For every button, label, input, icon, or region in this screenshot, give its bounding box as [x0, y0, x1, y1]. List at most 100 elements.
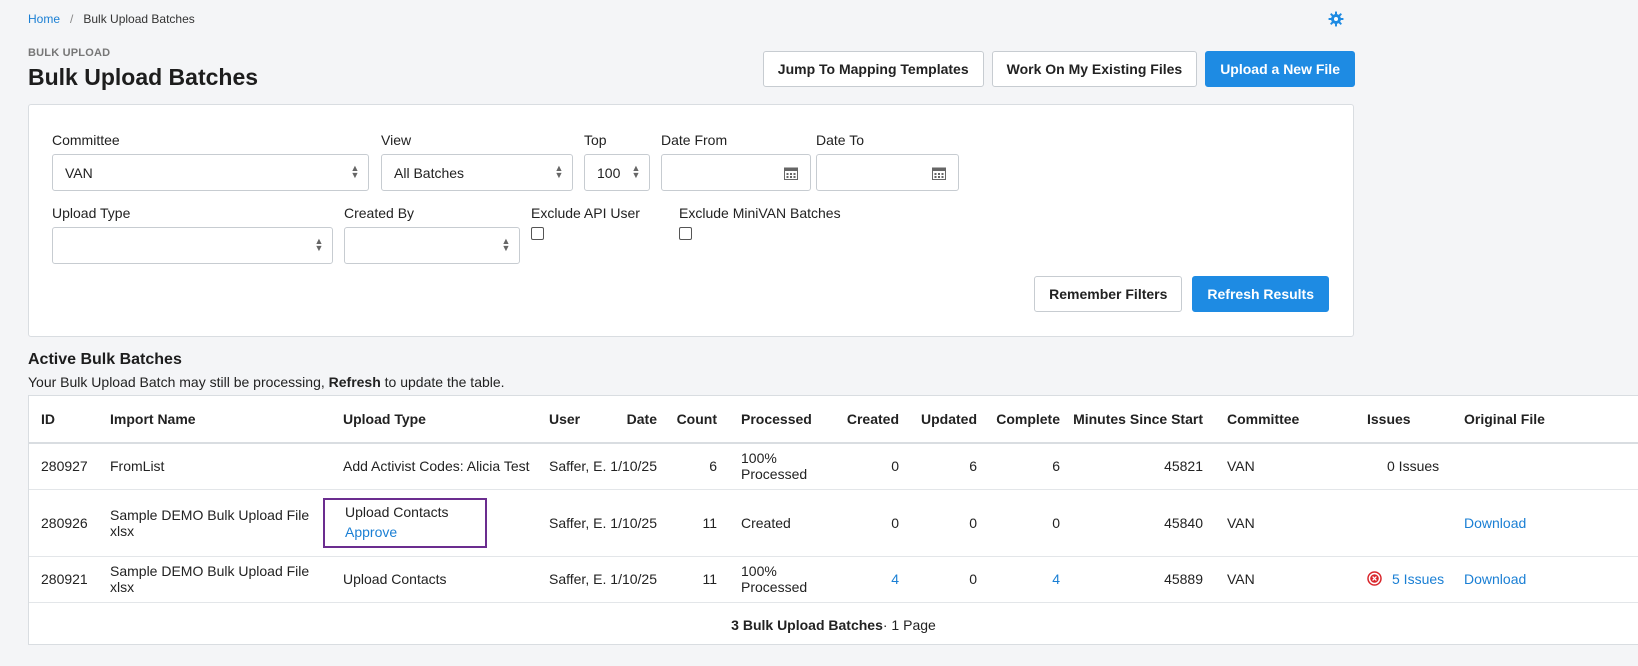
col-header-id[interactable]: ID: [29, 396, 98, 444]
cell-issues: 5 Issues: [1355, 556, 1452, 603]
breadcrumb-current: Bulk Upload Batches: [83, 12, 195, 26]
cell-id: 280927: [29, 443, 98, 490]
cell-issues: [1355, 489, 1452, 557]
cell-id: 280926: [29, 489, 98, 557]
cell-import-name: Sample DEMO Bulk Upload File xlsx: [98, 489, 331, 557]
col-header-updated[interactable]: Updated: [911, 396, 989, 444]
view-select[interactable]: All Batches ▲ ▼: [381, 154, 573, 191]
committee-select[interactable]: VAN ▲ ▼: [52, 154, 369, 191]
col-header-upload-type[interactable]: Upload Type: [331, 396, 537, 444]
breadcrumb-home-link[interactable]: Home: [28, 12, 60, 26]
cell-count: 11: [669, 489, 729, 557]
date-from-input[interactable]: [661, 154, 811, 191]
header-actions: Jump To Mapping Templates Work On My Exi…: [762, 51, 1355, 87]
chevron-updown-icon: ▲ ▼: [554, 163, 564, 180]
issues-link[interactable]: 5 Issues: [1392, 571, 1444, 587]
col-header-date[interactable]: Date: [609, 396, 669, 444]
created-count-link[interactable]: 4: [891, 571, 899, 587]
cell-updated: 0: [911, 556, 989, 603]
col-header-original-file[interactable]: Original File: [1452, 396, 1638, 444]
col-header-import-name[interactable]: Import Name: [98, 396, 331, 444]
upload-type-label: Upload Type: [52, 205, 131, 221]
calendar-icon[interactable]: [932, 166, 946, 180]
exclude-minivan-checkbox[interactable]: [679, 227, 692, 240]
table-row: 280926 Sample DEMO Bulk Upload File xlsx…: [29, 489, 1638, 557]
cell-original-file: Download: [1452, 489, 1638, 557]
cell-date: 1/10/25: [609, 556, 669, 603]
download-link[interactable]: Download: [1464, 571, 1526, 587]
page-title: Bulk Upload Batches: [28, 64, 259, 90]
col-header-count[interactable]: Count: [669, 396, 729, 444]
chevron-updown-icon: ▲ ▼: [501, 236, 511, 253]
col-header-created[interactable]: Created: [829, 396, 911, 444]
calendar-icon[interactable]: [784, 166, 798, 180]
cell-original-file: Download: [1452, 556, 1638, 603]
committee-label: Committee: [52, 132, 120, 148]
top-select[interactable]: 100 ▲ ▼: [584, 154, 650, 191]
created-by-label: Created By: [344, 205, 415, 221]
cell-issues: 0 Issues: [1355, 443, 1452, 490]
cell-user: Saffer, E.: [537, 443, 609, 490]
jump-to-mapping-templates-button[interactable]: Jump To Mapping Templates: [762, 51, 984, 87]
highlight-box: Upload Contacts Approve: [323, 497, 487, 548]
col-header-minutes[interactable]: Minutes Since Start: [1072, 396, 1215, 444]
section-title: Active Bulk Batches: [28, 351, 182, 368]
cell-created: 0: [829, 489, 911, 557]
work-on-existing-files-button[interactable]: Work On My Existing Files: [991, 51, 1198, 87]
exclude-api-checkbox[interactable]: [531, 227, 544, 240]
cell-minutes: 45840: [1072, 489, 1215, 557]
cell-upload-type: Upload Contacts: [331, 556, 537, 603]
date-from-field: Date From: [661, 132, 811, 191]
cell-created: 4: [829, 556, 911, 603]
cell-import-name: Sample DEMO Bulk Upload File xlsx: [98, 556, 331, 603]
cell-date: 1/10/25: [609, 489, 669, 557]
cell-complete: 0: [989, 489, 1072, 557]
cell-minutes: 45889: [1072, 556, 1215, 603]
cell-upload-type: Add Activist Codes: Alicia Test: [331, 443, 537, 490]
gear-icon[interactable]: [1328, 11, 1344, 27]
col-header-processed[interactable]: Processed: [729, 396, 829, 444]
breadcrumb-separator: /: [70, 12, 74, 26]
cell-complete: 4: [989, 556, 1072, 603]
chevron-updown-icon: ▲ ▼: [631, 163, 641, 180]
filter-actions: Remember Filters Refresh Results: [1034, 276, 1329, 312]
download-link[interactable]: Download: [1464, 515, 1526, 531]
date-to-field: Date To: [816, 132, 959, 191]
created-by-select[interactable]: ▲ ▼: [344, 227, 520, 264]
col-header-complete[interactable]: Complete: [989, 396, 1072, 444]
cell-committee: VAN: [1215, 489, 1355, 557]
view-label: View: [381, 132, 412, 148]
upload-type-select[interactable]: ▲ ▼: [52, 227, 333, 264]
top-field: Top 100 ▲ ▼: [584, 132, 650, 191]
remember-filters-button[interactable]: Remember Filters: [1034, 276, 1183, 312]
section-note: Your Bulk Upload Batch may still be proc…: [28, 374, 505, 390]
cell-processed: 100% Processed: [729, 556, 829, 603]
exclude-api-field: Exclude API User: [531, 205, 671, 240]
page-count: · 1 Page: [882, 616, 936, 633]
view-field: View All Batches ▲ ▼: [381, 132, 573, 191]
refresh-results-button[interactable]: Refresh Results: [1192, 276, 1329, 312]
cell-import-name: FromList: [98, 443, 331, 490]
cell-count: 6: [669, 443, 729, 490]
created-by-field: Created By ▲ ▼: [344, 205, 520, 264]
breadcrumb: Home / Bulk Upload Batches: [28, 12, 195, 26]
cell-complete: 6: [989, 443, 1072, 490]
view-select-value: All Batches: [394, 164, 465, 181]
chevron-updown-icon: ▲ ▼: [350, 163, 360, 180]
date-from-label: Date From: [661, 132, 728, 148]
section-note-suffix: to update the table.: [380, 374, 505, 390]
date-to-input[interactable]: [816, 154, 959, 191]
cell-minutes: 45821: [1072, 443, 1215, 490]
complete-count-link[interactable]: 4: [1052, 571, 1060, 587]
table-footer: 3 Bulk Upload Batches · 1 Page: [29, 603, 1638, 647]
batch-count: 3 Bulk Upload Batches: [731, 616, 883, 633]
top-label: Top: [584, 132, 607, 148]
upload-new-file-button[interactable]: Upload a New File: [1205, 51, 1355, 87]
col-header-committee[interactable]: Committee: [1215, 396, 1355, 444]
col-header-issues[interactable]: Issues: [1355, 396, 1452, 444]
approve-link[interactable]: Approve: [345, 524, 449, 540]
cell-committee: VAN: [1215, 443, 1355, 490]
exclude-minivan-label: Exclude MiniVAN Batches: [679, 205, 841, 221]
col-header-user[interactable]: User: [537, 396, 609, 444]
filters-panel: Committee VAN ▲ ▼ View All Batches ▲ ▼ Top…: [28, 104, 1354, 337]
